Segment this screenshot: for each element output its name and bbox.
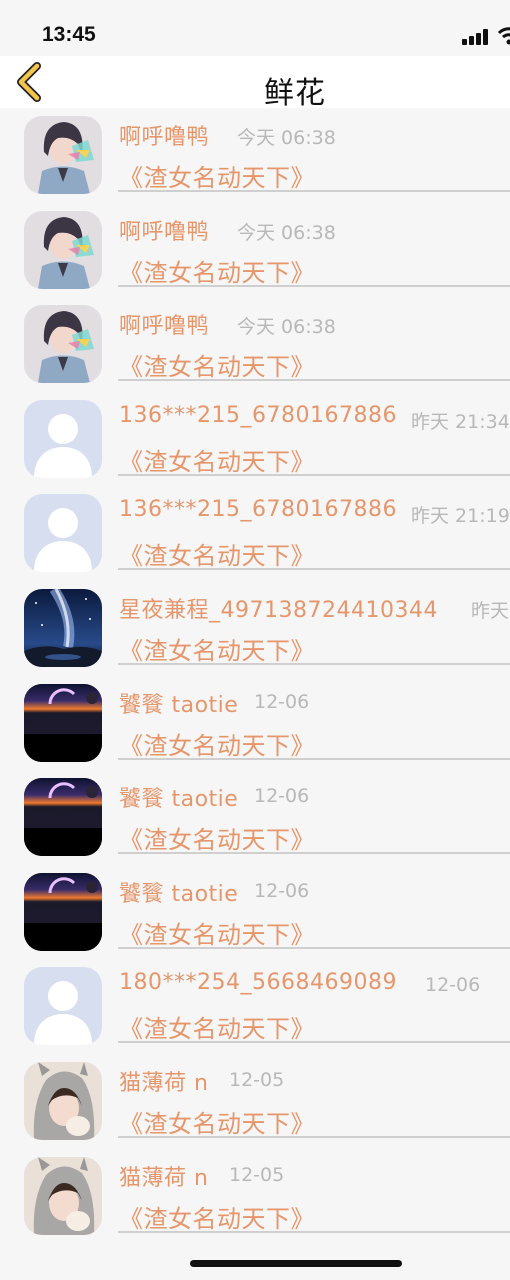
book-title[interactable]: 《渣女名动天下》 <box>119 158 315 193</box>
username[interactable]: 饕餮 taotie <box>119 687 238 719</box>
flower-list[interactable]: 啊呼噜鸭 今天 06:38 《渣女名动天下》 啊呼噜鸭 今天 06:38 《渣女名动天下》… <box>0 108 510 1243</box>
avatar[interactable] <box>24 1061 102 1140</box>
divider <box>118 1230 510 1233</box>
timestamp: 12-05 <box>229 1163 285 1186</box>
username[interactable]: 星夜兼程_497138724410344 <box>119 592 438 624</box>
avatar[interactable] <box>24 588 102 667</box>
username[interactable]: 啊呼噜鸭 <box>119 214 209 246</box>
timestamp: 今天 06:38 <box>237 316 336 339</box>
timestamp: 12-06 <box>254 785 310 808</box>
book-title[interactable]: 《渣女名动天下》 <box>119 253 315 288</box>
divider <box>118 662 510 665</box>
divider <box>118 190 510 192</box>
book-title[interactable]: 《渣女名动天下》 <box>119 536 315 571</box>
timestamp: 12-05 <box>229 1068 285 1091</box>
divider <box>118 946 510 949</box>
username[interactable]: 啊呼噜鸭 <box>119 119 209 151</box>
book-title[interactable]: 《渣女名动天下》 <box>119 442 315 477</box>
username[interactable]: 猫薄荷 n <box>119 1065 208 1097</box>
username[interactable]: 猫薄荷 n <box>119 1160 208 1192</box>
username[interactable]: 180***254_5668469089 <box>119 970 397 995</box>
book-title[interactable]: 《渣女名动天下》 <box>119 1009 315 1044</box>
status-time: 13:45 <box>42 23 96 46</box>
list-item[interactable]: 饕餮 taotie 12-06 《渣女名动天下》 <box>0 676 510 771</box>
list-item[interactable]: 啊呼噜鸭 今天 06:38 《渣女名动天下》 <box>0 297 510 392</box>
username[interactable]: 饕餮 taotie <box>119 876 238 908</box>
book-title[interactable]: 《渣女名动天下》 <box>119 820 315 855</box>
list-item[interactable]: 136***215_6780167886 昨天 21:34 《渣女名动天下》 <box>0 392 510 487</box>
status-bar: 13:45 <box>0 0 510 56</box>
book-title[interactable]: 《渣女名动天下》 <box>119 347 315 382</box>
divider <box>118 284 510 287</box>
list-item[interactable]: 啊呼噜鸭 今天 06:38 《渣女名动天下》 <box>0 108 510 203</box>
divider <box>118 757 510 760</box>
list-item[interactable]: 啊呼噜鸭 今天 06:38 《渣女名动天下》 <box>0 203 510 298</box>
timestamp: 昨天 <box>471 599 510 622</box>
wifi-icon <box>497 26 510 46</box>
avatar[interactable] <box>24 683 102 762</box>
timestamp: 昨天 21:19 <box>411 505 510 528</box>
username[interactable]: 饕餮 taotie <box>119 781 238 813</box>
divider <box>118 473 510 476</box>
divider <box>118 1041 510 1044</box>
list-item[interactable]: 饕餮 taotie 12-06 《渣女名动天下》 <box>0 865 510 960</box>
timestamp: 昨天 21:34 <box>411 410 510 433</box>
list-item[interactable]: 180***254_5668469089 12-06 《渣女名动天下》 <box>0 959 510 1054</box>
nav-bar: 鲜花 <box>0 56 510 111</box>
avatar[interactable] <box>24 305 102 384</box>
avatar[interactable] <box>24 778 102 857</box>
timestamp: 12-06 <box>425 974 481 997</box>
username[interactable]: 136***215_6780167886 <box>119 403 397 428</box>
timestamp: 12-06 <box>254 690 310 713</box>
home-indicator[interactable] <box>190 1260 402 1267</box>
list-item[interactable]: 饕餮 taotie 12-06 《渣女名动天下》 <box>0 770 510 865</box>
avatar[interactable] <box>24 967 102 1046</box>
book-title[interactable]: 《渣女名动天下》 <box>119 726 315 761</box>
list-item[interactable]: 136***215_6780167886 昨天 21:19 《渣女名动天下》 <box>0 486 510 581</box>
username[interactable]: 啊呼噜鸭 <box>119 308 209 340</box>
book-title[interactable]: 《渣女名动天下》 <box>119 631 315 666</box>
book-title[interactable]: 《渣女名动天下》 <box>119 915 315 950</box>
book-title[interactable]: 《渣女名动天下》 <box>119 1199 315 1234</box>
avatar[interactable] <box>24 494 102 573</box>
avatar[interactable] <box>24 399 102 478</box>
book-title[interactable]: 《渣女名动天下》 <box>119 1104 315 1139</box>
signal-icon <box>462 29 492 45</box>
avatar[interactable] <box>24 116 102 194</box>
divider <box>118 1135 510 1138</box>
divider <box>118 379 510 382</box>
avatar[interactable] <box>24 210 102 289</box>
list-item[interactable]: 星夜兼程_497138724410344 昨天《渣女名动天下》 <box>0 581 510 676</box>
username[interactable]: 136***215_6780167886 <box>119 497 397 522</box>
timestamp: 今天 06:38 <box>237 127 336 149</box>
list-item[interactable]: 猫薄荷 n 12-05 《渣女名动天下》 <box>0 1054 510 1149</box>
divider <box>118 852 510 855</box>
avatar[interactable] <box>24 872 102 951</box>
list-item[interactable]: 猫薄荷 n 12-05 《渣女名动天下》 <box>0 1149 510 1244</box>
divider <box>118 568 510 571</box>
avatar[interactable] <box>24 1156 102 1235</box>
timestamp: 12-06 <box>254 879 310 902</box>
timestamp: 今天 06:38 <box>237 221 336 244</box>
page-title: 鲜花 <box>264 76 326 111</box>
